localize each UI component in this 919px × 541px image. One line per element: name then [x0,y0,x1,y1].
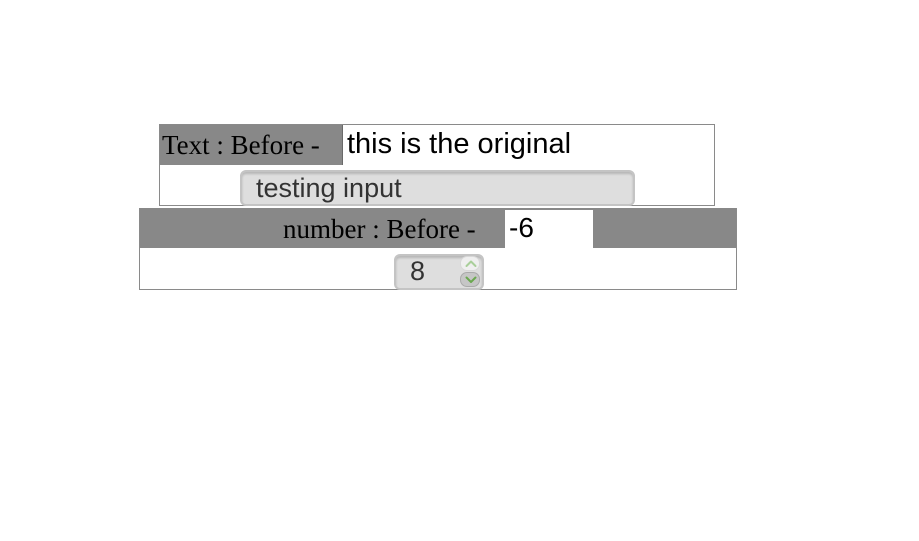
number-test-row: 8 [140,248,736,290]
chevron-up-icon [465,260,477,267]
number-before-row: number : Before - -6 [140,208,736,248]
text-before-value: this is the original [342,125,714,165]
number-before-label: number : Before - [283,214,476,244]
number-test-block: number : Before - -6 8 [139,208,737,290]
spin-down-button[interactable] [460,272,480,287]
styled-text-input[interactable] [240,170,635,206]
number-before-value: -6 [505,210,593,248]
text-before-label: Text : Before - [160,125,342,165]
text-test-block: Text : Before - this is the original [159,124,715,206]
text-test-row [160,165,714,206]
chevron-down-icon [465,276,477,283]
spin-up-button[interactable] [460,256,480,271]
styled-number-input: 8 [394,254,484,290]
page: Text : Before - this is the original num… [0,0,919,541]
text-before-row: Text : Before - this is the original [160,125,714,165]
